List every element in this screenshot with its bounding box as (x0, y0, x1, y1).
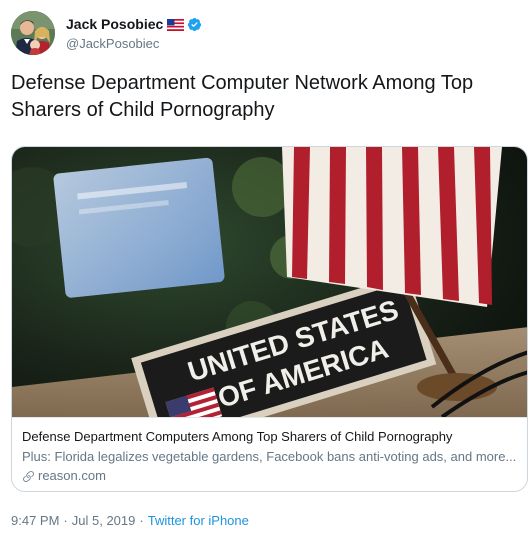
name-row: Jack Posobiec (66, 15, 202, 33)
card-domain-text[interactable]: reason.com (38, 467, 106, 485)
us-flag-emoji-icon (167, 18, 185, 31)
tweet-date[interactable]: Jul 5, 2019 (72, 513, 136, 528)
author-info: Jack Posobiec @JackPosobiec (66, 15, 202, 51)
tweet: Jack Posobiec @JackPosobiec Defense Depa… (0, 0, 531, 533)
avatar-photo (11, 11, 55, 55)
tweet-meta: 9:47 PM · Jul 5, 2019 · Twitter for iPho… (11, 513, 249, 528)
avatar[interactable] (11, 11, 55, 55)
card-description: Plus: Florida legalizes vegetable garden… (22, 449, 517, 464)
tweet-text: Defense Department Computer Network Amon… (11, 72, 474, 121)
display-name[interactable]: Jack Posobiec (66, 16, 163, 32)
meta-separator-2: · (139, 513, 144, 528)
card-domain: reason.com (22, 467, 519, 485)
card-body[interactable]: Defense Department Computers Among Top S… (12, 417, 527, 491)
card-image[interactable]: UNITED STATES OF AMERICA (12, 147, 527, 417)
link-icon (22, 470, 35, 483)
card-title: Defense Department Computers Among Top S… (22, 429, 453, 444)
verified-badge-icon (187, 17, 202, 32)
link-card[interactable]: UNITED STATES OF AMERICA Defense Departm… (11, 146, 528, 492)
meta-separator: · (63, 513, 68, 528)
handle[interactable]: @JackPosobiec (66, 36, 202, 51)
tweet-time[interactable]: 9:47 PM (11, 513, 59, 528)
tweet-source-link[interactable]: Twitter for iPhone (148, 513, 249, 528)
